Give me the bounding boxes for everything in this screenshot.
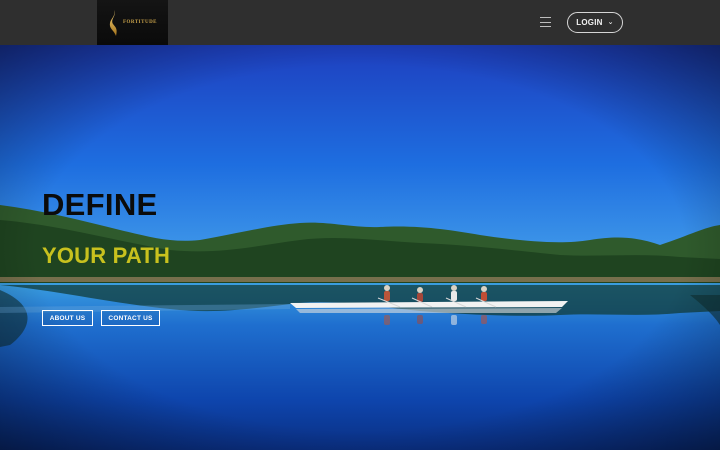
login-button[interactable]: LOGIN ⌄	[567, 12, 623, 33]
flame-logo-icon	[109, 9, 117, 36]
hero-headline-secondary: YOUR PATH	[42, 243, 171, 268]
about-us-button[interactable]: ABOUT US	[42, 310, 93, 326]
brand-logo[interactable]: FORTITUDE	[97, 0, 168, 45]
hero-headline-primary: DEFINE	[42, 187, 158, 222]
hamburger-icon[interactable]	[540, 16, 551, 28]
chevron-down-icon: ⌄	[607, 18, 614, 26]
hero-banner: DEFINE YOUR PATH ABOUT US CONTACT US	[0, 45, 720, 450]
top-navigation-bar: FORTITUDE LOGIN ⌄	[0, 0, 720, 45]
login-label: LOGIN	[576, 18, 603, 27]
contact-us-button[interactable]: CONTACT US	[101, 310, 160, 326]
brand-name: FORTITUDE	[122, 20, 158, 25]
